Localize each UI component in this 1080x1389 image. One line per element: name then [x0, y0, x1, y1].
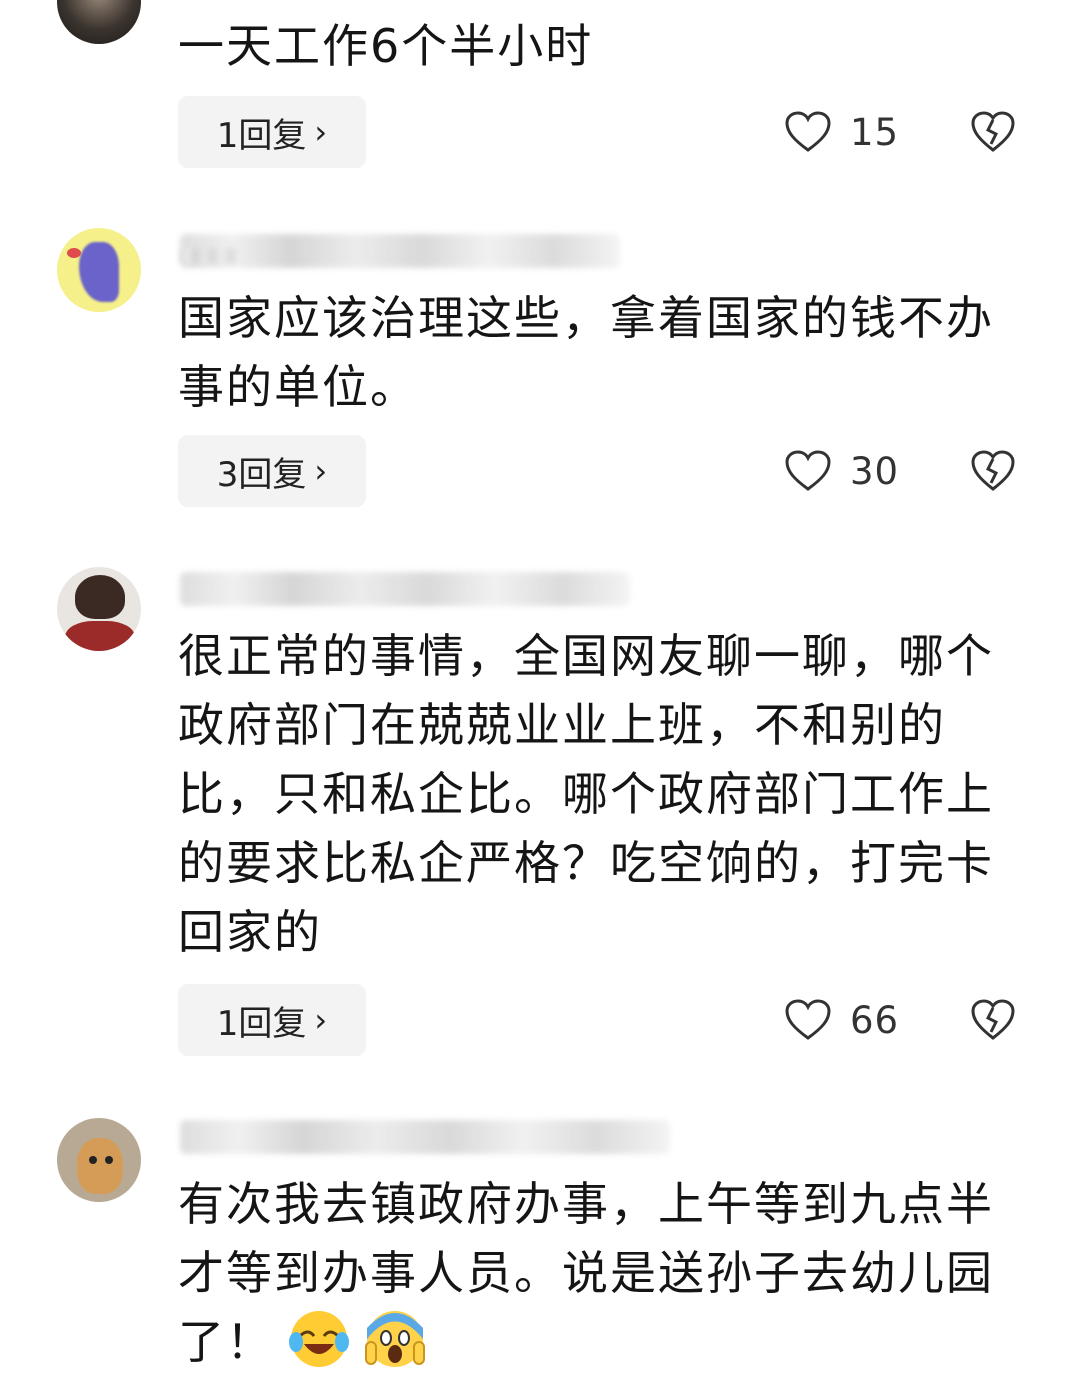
heart-outline-icon[interactable] [784, 998, 832, 1042]
chevron-right-icon: › [314, 452, 328, 490]
username-blurred-second-line [180, 248, 240, 264]
username-blurred [180, 572, 630, 606]
reply-button[interactable]: 3回复 › [178, 435, 366, 507]
like-count: 30 [850, 449, 900, 493]
screaming-emoji [364, 1308, 426, 1370]
like-group[interactable]: 30 [784, 435, 899, 507]
broken-heart-icon[interactable] [970, 449, 1016, 493]
comment-text: 有次我去镇政府办事，上午等到九点半才等到办事人员。说是送孙子去幼儿园了！ [178, 1170, 1038, 1377]
comment-text: 一天工作6个半小时 [178, 19, 594, 73]
avatar-eye-left [89, 1156, 97, 1164]
reply-label: 1回复 [216, 1003, 307, 1044]
avatar-figure [79, 242, 119, 302]
avatar[interactable] [57, 228, 141, 312]
broken-heart-icon[interactable] [970, 110, 1016, 154]
avatar-figure [75, 575, 125, 619]
avatar-figure [77, 1138, 123, 1194]
like-count: 66 [850, 998, 900, 1042]
reply-label: 3回复 [216, 454, 307, 495]
comment-text: 很正常的事情，全国网友聊一聊，哪个政府部门在兢兢业业上班，不和别的比，只和私企比… [178, 629, 994, 959]
comment-text: 国家应该治理这些，拿着国家的钱不办事的单位。 [178, 291, 994, 414]
reply-label: 1回复 [216, 115, 307, 156]
avatar[interactable] [57, 567, 141, 651]
heart-outline-icon[interactable] [784, 110, 832, 154]
laughing-crying-emoji [288, 1308, 350, 1370]
avatar-accent [67, 248, 81, 258]
username-blurred [180, 1120, 670, 1154]
avatar-body [65, 621, 135, 651]
heart-outline-icon[interactable] [784, 449, 832, 493]
like-group[interactable]: 66 [784, 984, 899, 1056]
avatar[interactable] [57, 0, 141, 44]
avatar-eye-right [105, 1156, 113, 1164]
reply-button[interactable]: 1回复 › [178, 984, 366, 1056]
chevron-right-icon: › [314, 1001, 328, 1039]
reply-button[interactable]: 1回复 › [178, 96, 366, 168]
like-group[interactable]: 15 [784, 96, 899, 168]
username-blurred [180, 234, 620, 268]
broken-heart-icon[interactable] [970, 998, 1016, 1042]
like-count: 15 [850, 110, 900, 154]
avatar[interactable] [57, 1118, 141, 1202]
chevron-right-icon: › [314, 113, 328, 151]
